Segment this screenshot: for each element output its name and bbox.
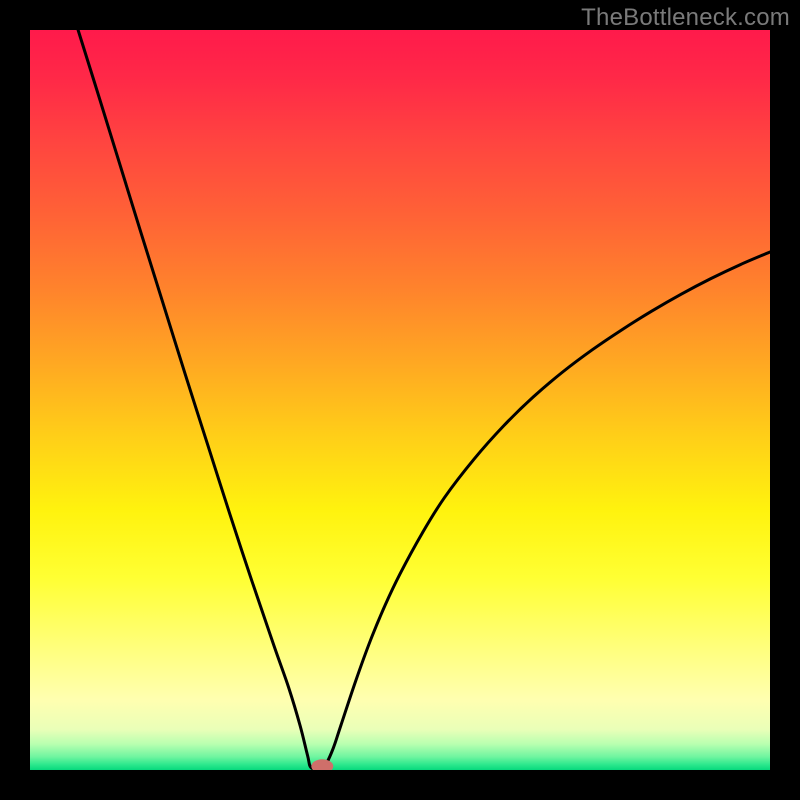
bottleneck-chart (30, 30, 770, 770)
chart-frame: TheBottleneck.com (0, 0, 800, 800)
plot-area (30, 30, 770, 770)
gradient-background (30, 30, 770, 770)
watermark-text: TheBottleneck.com (581, 4, 790, 32)
